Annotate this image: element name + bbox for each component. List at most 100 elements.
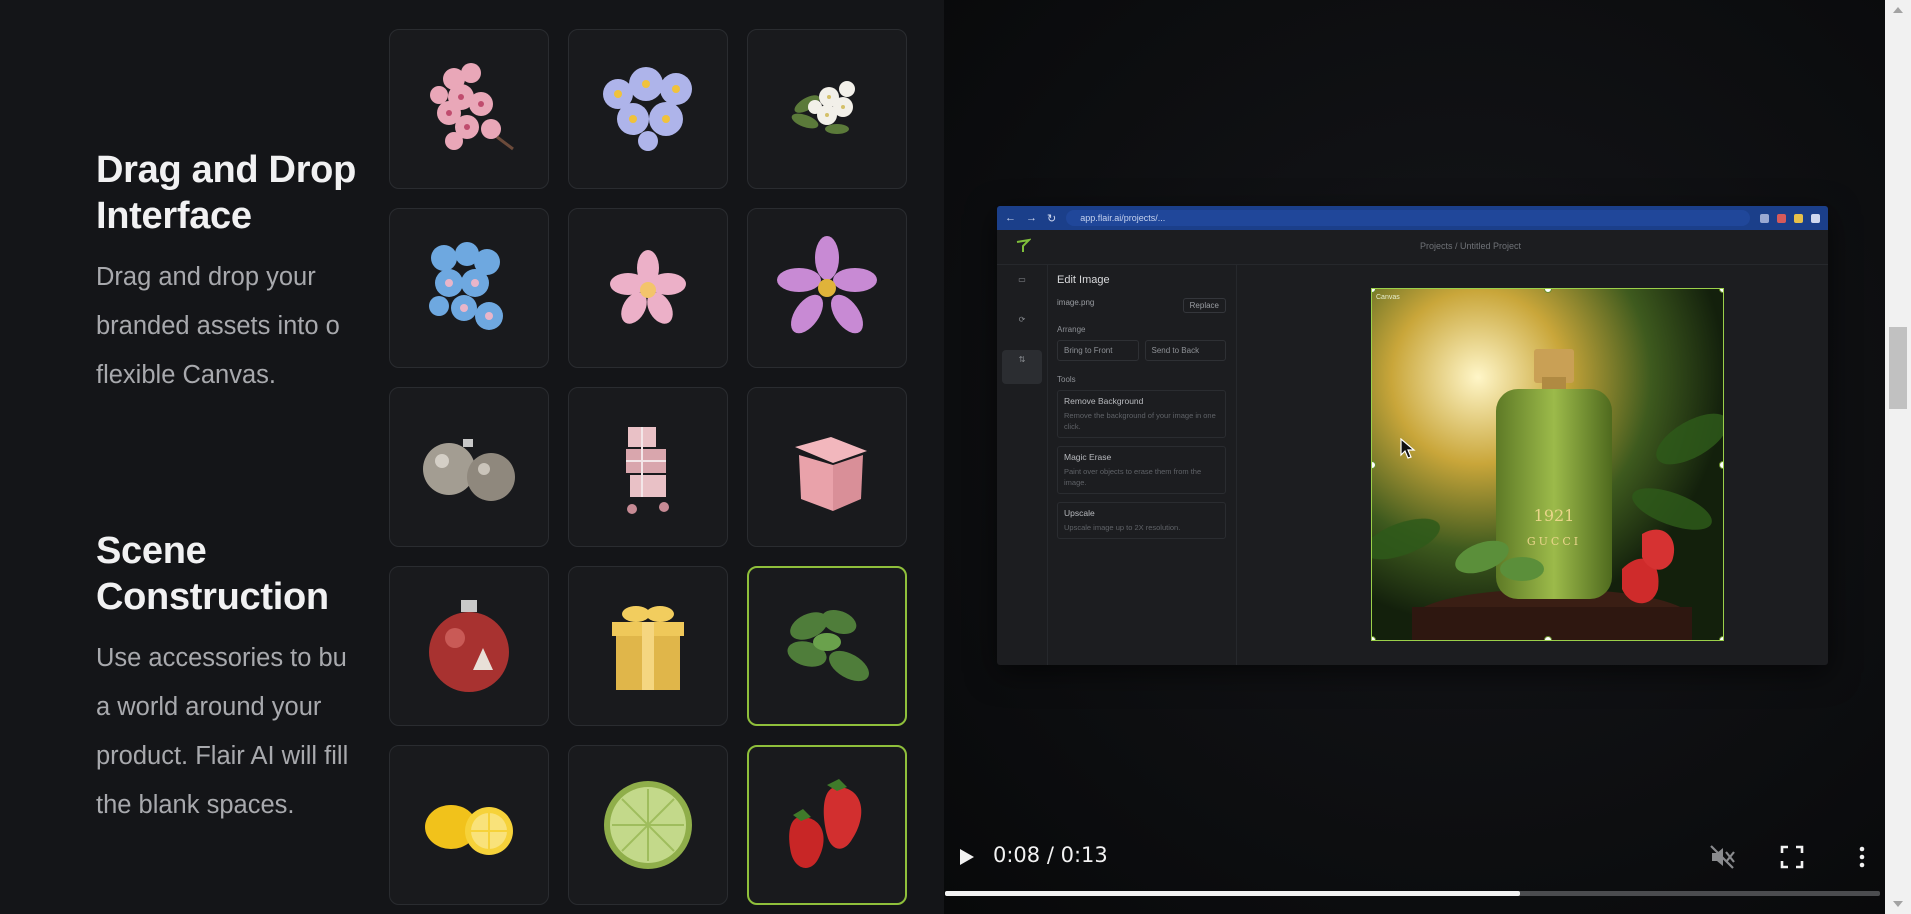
plumeria-icon <box>610 250 686 324</box>
description-line: flexible Canvas. <box>96 361 277 389</box>
feature-title: Drag and Drop Interface <box>96 147 370 239</box>
tool-title: Upscale <box>1064 508 1095 518</box>
asset-tile-silver-ornaments[interactable] <box>389 387 549 547</box>
asset-tile-white-blossom[interactable] <box>747 29 907 189</box>
cherry-blossom-icon <box>430 63 514 151</box>
resize-handle <box>1372 636 1376 640</box>
asset-tile-mint-leaves[interactable] <box>747 566 907 726</box>
feature-text-column: Drag and Drop Interface Drag and drop yo… <box>0 0 370 914</box>
mouse-cursor-icon <box>1400 438 1416 459</box>
video-progress-bar[interactable] <box>945 891 1880 896</box>
feature-drag-drop: Drag and Drop Interface Drag and drop yo… <box>96 147 370 400</box>
app-canvas: 1921 GUCCI Canvas <box>1237 264 1828 665</box>
tool-title: Magic Erase <box>1064 452 1112 462</box>
play-icon[interactable] <box>954 845 978 869</box>
extension-icon <box>1794 213 1803 223</box>
asset-tile-cherry-blossom[interactable] <box>389 29 549 189</box>
cosmos-flower-icon <box>777 236 877 334</box>
sidebar-item-generate: ⟳ <box>1018 315 1026 324</box>
brand-text: GUCCI <box>1527 535 1581 548</box>
pink-box-icon <box>795 437 867 511</box>
tool-upscale: Upscale Upscale image up to 2X resolutio… <box>1057 502 1226 539</box>
app-sidebar: ▭ ⟳ ⇅ <box>997 264 1048 665</box>
forward-icon: → <box>1026 212 1037 224</box>
description-line: the blank spaces. <box>96 791 295 819</box>
tool-remove-background: Remove Background Remove the background … <box>1057 390 1226 438</box>
lime-slice-icon <box>604 781 692 869</box>
asset-tile-blue-flowers[interactable] <box>568 29 728 189</box>
tools-label: Tools <box>1057 375 1076 384</box>
perfume-scene-image: 1921 GUCCI Canvas <box>1372 289 1723 640</box>
feature-title-line: Construction <box>96 576 329 618</box>
scrollbar-thumb[interactable] <box>1889 327 1907 409</box>
send-to-back-button: Send to Back <box>1144 340 1226 361</box>
scroll-up-arrow-icon[interactable] <box>1893 7 1903 13</box>
video-frame-browser-window: ← → ↻ app.flair.ai/projects/... Projects… <box>997 206 1828 665</box>
strawberries-icon <box>789 779 862 868</box>
reload-icon: ↻ <box>1047 212 1057 225</box>
asset-tile-plumeria[interactable] <box>568 208 728 368</box>
asset-tile-strawberries[interactable] <box>747 745 907 905</box>
description-line: product. Flair AI will fill <box>96 742 349 770</box>
product-image: 1921 GUCCI Canvas <box>1371 288 1724 641</box>
feature-description: Drag and drop your branded assets into o… <box>96 253 370 400</box>
video-player[interactable]: ← → ↻ app.flair.ai/projects/... Projects… <box>944 0 1885 914</box>
flair-logo-icon <box>1016 238 1031 252</box>
resize-handle <box>1719 636 1723 640</box>
browser-extensions <box>1760 213 1820 223</box>
file-row: image.png Replace <box>1057 298 1226 313</box>
feature-title: Scene Construction <box>96 528 370 620</box>
video-time: 0:08 / 0:13 <box>993 843 1108 867</box>
more-options-icon[interactable] <box>1848 843 1876 871</box>
white-blossom-icon <box>791 81 855 134</box>
feature-description: Use accessories to bu a world around you… <box>96 634 370 830</box>
asset-tile-cosmos-flower[interactable] <box>747 208 907 368</box>
browser-toolbar: ← → ↻ app.flair.ai/projects/... <box>997 206 1828 230</box>
red-ornament-icon <box>429 600 509 692</box>
mute-icon[interactable] <box>1708 843 1736 871</box>
video-controls: 0:08 / 0:13 <box>944 820 1885 914</box>
feature-scene-construction: Scene Construction Use accessories to bu… <box>96 528 370 830</box>
lemons-icon <box>425 805 513 855</box>
tool-magic-erase: Magic Erase Paint over objects to erase … <box>1057 446 1226 494</box>
asset-tile-pink-box[interactable] <box>747 387 907 547</box>
asset-tile-gold-gift[interactable] <box>568 566 728 726</box>
description-line: Use accessories to bu <box>96 644 347 672</box>
blue-flowers-icon <box>603 67 692 151</box>
replace-button: Replace <box>1182 298 1226 313</box>
browser-url: app.flair.ai/projects/... <box>1066 210 1750 226</box>
resize-handle <box>1544 636 1552 640</box>
gold-gift-icon <box>612 606 684 690</box>
tool-description: Upscale image up to 2X resolution. <box>1064 523 1181 532</box>
sidebar-item-edit: ⇅ <box>1002 350 1042 384</box>
arrange-buttons: Bring to Front Send to Back <box>1057 340 1226 361</box>
product-text: 1921 <box>1534 506 1575 525</box>
asset-tile-forget-me-not[interactable] <box>389 208 549 368</box>
bring-to-front-button: Bring to Front <box>1057 340 1139 361</box>
scroll-down-arrow-icon[interactable] <box>1893 901 1903 907</box>
asset-tile-red-ornament[interactable] <box>389 566 549 726</box>
feature-title-line: Interface <box>96 195 252 237</box>
page-scrollbar[interactable] <box>1885 0 1911 914</box>
sidebar-item-assets: ▭ <box>1018 275 1026 284</box>
canvas-tag: Canvas <box>1376 294 1400 301</box>
fullscreen-icon[interactable] <box>1778 843 1806 871</box>
tool-description: Paint over objects to erase them from th… <box>1064 467 1202 487</box>
resize-handle <box>1719 461 1723 469</box>
mint-leaves-icon <box>787 609 869 682</box>
app-header: Projects / Untitled Project <box>997 230 1828 265</box>
asset-tile-pink-gift-stack[interactable] <box>568 387 728 547</box>
asset-tile-lime-slice[interactable] <box>568 745 728 905</box>
pink-gift-stack-icon <box>626 427 669 514</box>
description-line: branded assets into o <box>96 312 340 340</box>
silver-ornaments-icon <box>423 439 515 501</box>
description-line: Drag and drop your <box>96 263 316 291</box>
extension-icon <box>1760 213 1769 223</box>
description-line: a world around your <box>96 693 322 721</box>
asset-tile-lemons[interactable] <box>389 745 549 905</box>
arrange-label: Arrange <box>1057 325 1086 334</box>
back-icon: ← <box>1005 212 1016 224</box>
forget-me-not-icon <box>429 242 503 330</box>
panel-title: Edit Image <box>1057 274 1110 286</box>
extension-icon <box>1777 213 1786 223</box>
